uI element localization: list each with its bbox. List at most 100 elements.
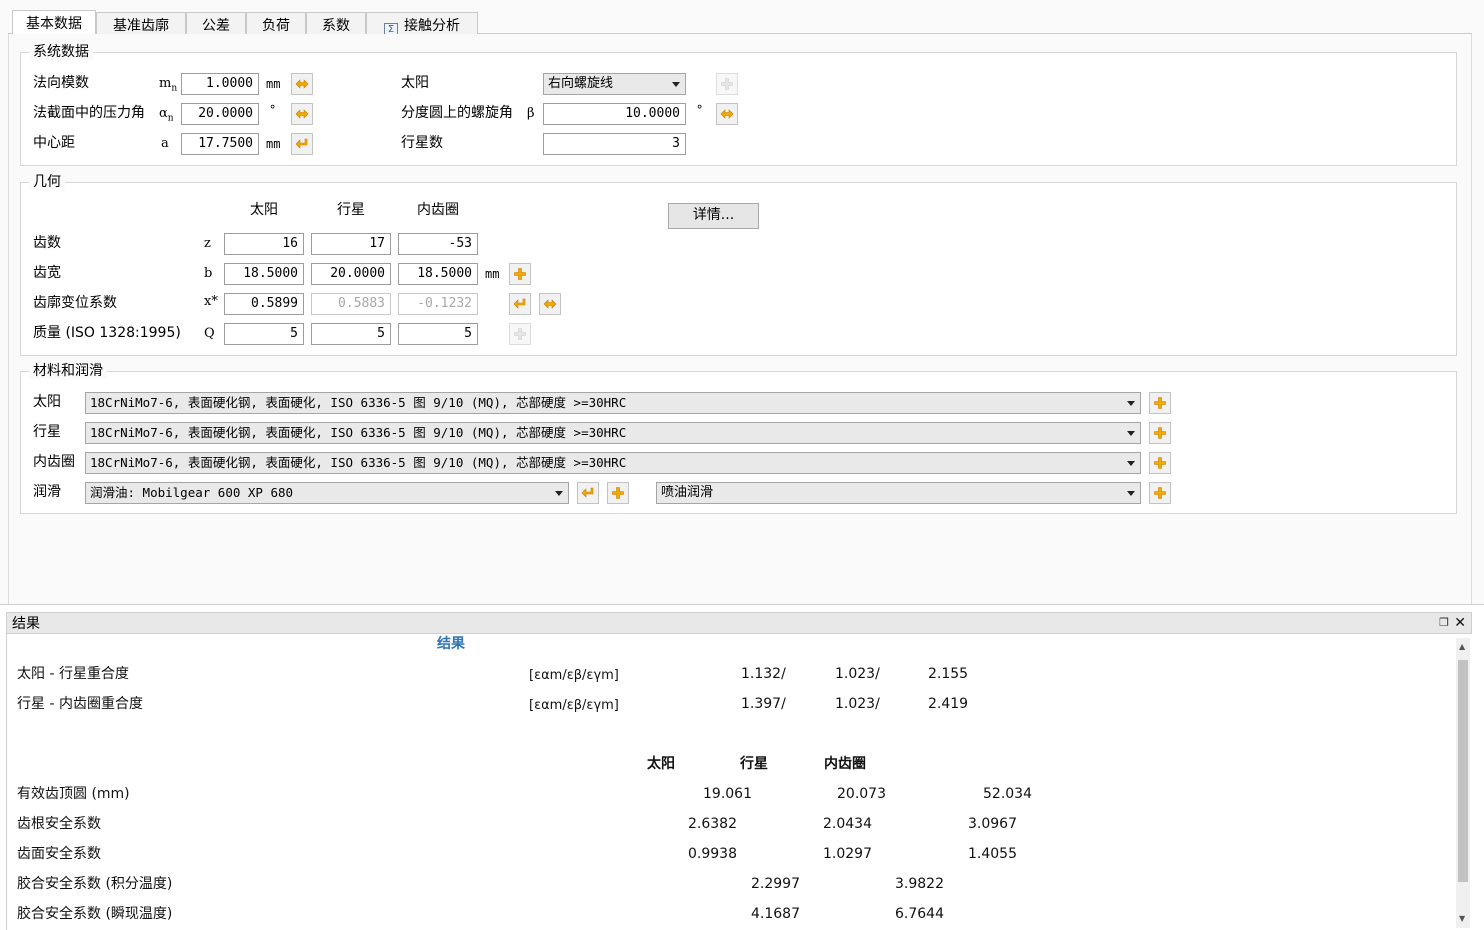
sun-hand-label: 太阳 bbox=[401, 75, 429, 91]
shift-ring-input: -0.1232 bbox=[398, 293, 478, 315]
center-distance-input[interactable]: 17.7500 bbox=[181, 133, 259, 155]
shift-sun-input[interactable]: 0.5899 bbox=[224, 293, 304, 315]
column-header-planet: 行星 bbox=[337, 202, 365, 218]
basic-data-panel: 系统数据 法向模数 mn 1.0000 mm 法截面中的压力角 αn 20.00… bbox=[8, 34, 1472, 604]
chevron-down-icon bbox=[672, 82, 680, 87]
plus-icon[interactable] bbox=[1149, 422, 1171, 444]
plus-icon[interactable] bbox=[509, 323, 531, 345]
result-value: 1.0297 bbox=[823, 846, 872, 862]
scrollbar-thumb[interactable] bbox=[1458, 660, 1468, 882]
scroll-up-arrow-icon[interactable]: ▲ bbox=[1459, 642, 1465, 652]
result-value: 2.419 bbox=[928, 696, 969, 712]
quality-ring-input[interactable]: 5 bbox=[398, 323, 478, 345]
tab-label: 公差 bbox=[202, 18, 230, 34]
results-column-ring: 内齿圈 bbox=[824, 756, 866, 772]
unit-label: mm bbox=[266, 137, 281, 151]
material-ring-label: 内齿圈 bbox=[33, 454, 75, 470]
unit-label: mm bbox=[485, 267, 500, 281]
quality-label: 质量 (ISO 1328:1995) bbox=[33, 325, 181, 341]
result-value: 3.9822 bbox=[895, 876, 944, 892]
scuffing-integral-label: 胶合安全系数 (积分温度) bbox=[17, 876, 173, 892]
center-distance-symbol: a bbox=[161, 136, 169, 151]
tip-diameter-label: 有效齿顶圆 (mm) bbox=[17, 786, 130, 802]
group-title: 系统数据 bbox=[29, 44, 93, 60]
plus-icon[interactable] bbox=[1149, 392, 1171, 414]
teeth-sun-input[interactable]: 16 bbox=[224, 233, 304, 255]
unit-label: mm bbox=[266, 77, 281, 91]
chevron-down-icon bbox=[1127, 461, 1135, 466]
tab-label: 基本数据 bbox=[26, 16, 82, 32]
profile-shift-label: 齿廓变位系数 bbox=[33, 295, 117, 311]
convert-arrows-icon[interactable] bbox=[291, 73, 313, 95]
results-column-planet: 行星 bbox=[740, 756, 768, 772]
lubricant-select[interactable]: 润滑油: Mobilgear 600 XP 680 bbox=[85, 482, 569, 504]
material-planet-select[interactable]: 18CrNiMo7-6, 表面硬化钢, 表面硬化, ISO 6336-5 图 9… bbox=[85, 422, 1141, 444]
lubrication-method-select[interactable]: 喷油润滑 bbox=[656, 482, 1141, 504]
details-button[interactable]: 详情... bbox=[668, 203, 759, 229]
pressure-angle-input[interactable]: 20.0000 bbox=[181, 103, 259, 125]
convert-arrows-icon[interactable] bbox=[291, 103, 313, 125]
pressure-angle-symbol: αn bbox=[159, 106, 174, 124]
unit-label: ° bbox=[269, 103, 277, 117]
planet-count-input[interactable]: 3 bbox=[543, 133, 686, 155]
result-value: 1.023/ bbox=[835, 666, 880, 682]
width-planet-input[interactable]: 20.0000 bbox=[311, 263, 391, 285]
select-value: 喷油润滑 bbox=[661, 485, 714, 500]
helix-angle-symbol: β bbox=[527, 106, 535, 121]
results-heading: 结果 bbox=[437, 636, 465, 652]
plus-icon[interactable] bbox=[607, 482, 629, 504]
material-sun-select[interactable]: 18CrNiMo7-6, 表面硬化钢, 表面硬化, ISO 6336-5 图 9… bbox=[85, 392, 1141, 414]
result-value: 1.4055 bbox=[968, 846, 1017, 862]
chevron-down-icon bbox=[1127, 431, 1135, 436]
result-value: 3.0967 bbox=[968, 816, 1017, 832]
close-icon[interactable]: ✕ bbox=[1454, 614, 1466, 632]
results-pane-header: 结果 ❐ ✕ bbox=[6, 612, 1472, 634]
plus-icon[interactable] bbox=[716, 73, 738, 95]
plus-icon[interactable] bbox=[1149, 482, 1171, 504]
quality-sun-input[interactable]: 5 bbox=[224, 323, 304, 345]
results-column-sun: 太阳 bbox=[647, 756, 675, 772]
material-ring-select[interactable]: 18CrNiMo7-6, 表面硬化钢, 表面硬化, ISO 6336-5 图 9… bbox=[85, 452, 1141, 474]
materials-group: 材料和润滑 太阳 18CrNiMo7-6, 表面硬化钢, 表面硬化, ISO 6… bbox=[20, 363, 1457, 514]
restore-window-icon[interactable]: ❐ bbox=[1439, 616, 1449, 630]
select-value: 18CrNiMo7-6, 表面硬化钢, 表面硬化, ISO 6336-5 图 9… bbox=[90, 395, 627, 410]
plus-icon[interactable] bbox=[1149, 452, 1171, 474]
teeth-planet-input[interactable]: 17 bbox=[311, 233, 391, 255]
select-value: 右向螺旋线 bbox=[548, 76, 614, 91]
teeth-ring-input[interactable]: -53 bbox=[398, 233, 478, 255]
width-ring-input[interactable]: 18.5000 bbox=[398, 263, 478, 285]
result-value: 52.034 bbox=[983, 786, 1032, 802]
helix-direction-select[interactable]: 右向螺旋线 bbox=[543, 73, 686, 95]
contact-ratio-planet-ring-label: 行星 - 内齿圈重合度 bbox=[17, 696, 143, 712]
result-value: 2.0434 bbox=[823, 816, 872, 832]
convert-arrows-icon[interactable] bbox=[716, 103, 738, 125]
geometry-group: 几何 太阳 行星 内齿圈 详情... 齿数 z 16 17 -53 齿宽 b 1… bbox=[20, 174, 1457, 356]
quality-planet-input[interactable]: 5 bbox=[311, 323, 391, 345]
center-distance-label: 中心距 bbox=[33, 135, 75, 151]
helix-angle-input[interactable]: 10.0000 bbox=[543, 103, 686, 125]
group-title: 材料和润滑 bbox=[29, 363, 107, 379]
face-width-label: 齿宽 bbox=[33, 265, 61, 281]
result-value: 2.6382 bbox=[688, 816, 737, 832]
pressure-angle-label: 法截面中的压力角 bbox=[33, 105, 145, 121]
select-value: 润滑油: Mobilgear 600 XP 680 bbox=[90, 485, 294, 500]
chevron-down-icon bbox=[555, 491, 563, 496]
contact-ratio-symbol: [εαm/εβ/εγm] bbox=[529, 668, 619, 683]
tab-label: 接触分析 bbox=[404, 18, 460, 34]
return-arrow-icon[interactable] bbox=[291, 133, 313, 155]
return-arrow-icon[interactable] bbox=[509, 293, 531, 315]
return-arrow-icon[interactable] bbox=[577, 482, 599, 504]
plus-icon[interactable] bbox=[509, 263, 531, 285]
scuffing-flash-label: 胶合安全系数 (瞬现温度) bbox=[17, 906, 173, 922]
material-sun-label: 太阳 bbox=[33, 394, 61, 410]
select-value: 18CrNiMo7-6, 表面硬化钢, 表面硬化, ISO 6336-5 图 9… bbox=[90, 455, 627, 470]
width-sun-input[interactable]: 18.5000 bbox=[224, 263, 304, 285]
lubrication-label: 润滑 bbox=[33, 484, 61, 500]
teeth-count-symbol: z bbox=[204, 236, 211, 251]
tab-label: 负荷 bbox=[262, 18, 290, 34]
normal-module-input[interactable]: 1.0000 bbox=[181, 73, 259, 95]
chevron-down-icon bbox=[1127, 491, 1135, 496]
group-title: 几何 bbox=[29, 174, 65, 190]
scroll-down-arrow-icon[interactable]: ▼ bbox=[1459, 914, 1465, 924]
convert-arrows-icon[interactable] bbox=[539, 293, 561, 315]
